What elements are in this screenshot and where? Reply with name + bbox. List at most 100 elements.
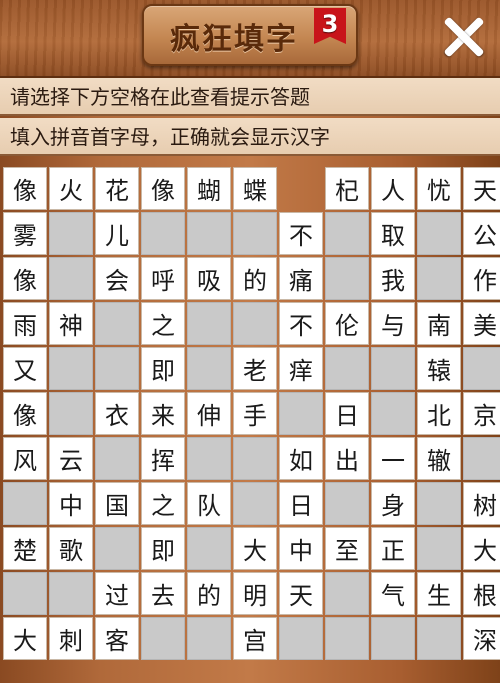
letter-cell[interactable]: 痒 bbox=[279, 347, 323, 390]
letter-cell[interactable]: 衣 bbox=[95, 392, 139, 435]
empty-cell[interactable] bbox=[187, 527, 231, 570]
empty-cell[interactable] bbox=[187, 437, 231, 480]
letter-cell[interactable]: 之 bbox=[141, 482, 185, 525]
letter-cell[interactable]: 一 bbox=[371, 437, 415, 480]
letter-cell[interactable]: 呼 bbox=[141, 257, 185, 300]
letter-cell[interactable]: 大 bbox=[233, 527, 277, 570]
letter-cell[interactable]: 又 bbox=[3, 347, 47, 390]
empty-cell[interactable] bbox=[3, 572, 47, 615]
letter-cell[interactable]: 蝶 bbox=[233, 167, 277, 210]
empty-cell[interactable] bbox=[325, 482, 369, 525]
letter-cell[interactable]: 北 bbox=[417, 392, 461, 435]
letter-cell[interactable]: 蝴 bbox=[187, 167, 231, 210]
letter-cell[interactable]: 不 bbox=[279, 212, 323, 255]
letter-cell[interactable]: 宫 bbox=[233, 617, 277, 660]
empty-cell[interactable] bbox=[371, 347, 415, 390]
empty-cell[interactable] bbox=[417, 617, 461, 660]
letter-cell[interactable]: 忧 bbox=[417, 167, 461, 210]
letter-cell[interactable]: 队 bbox=[187, 482, 231, 525]
empty-cell[interactable] bbox=[187, 302, 231, 345]
letter-cell[interactable]: 楚 bbox=[3, 527, 47, 570]
empty-cell[interactable] bbox=[187, 212, 231, 255]
letter-cell[interactable]: 即 bbox=[141, 527, 185, 570]
letter-cell[interactable]: 辕 bbox=[417, 347, 461, 390]
letter-cell[interactable]: 杞 bbox=[325, 167, 369, 210]
empty-cell[interactable] bbox=[49, 257, 93, 300]
empty-cell[interactable] bbox=[233, 437, 277, 480]
empty-cell[interactable] bbox=[187, 347, 231, 390]
empty-cell[interactable] bbox=[49, 347, 93, 390]
empty-cell[interactable] bbox=[95, 302, 139, 345]
letter-cell[interactable]: 至 bbox=[325, 527, 369, 570]
letter-cell[interactable]: 中 bbox=[279, 527, 323, 570]
letter-cell[interactable]: 京 bbox=[463, 392, 500, 435]
letter-cell[interactable]: 刺 bbox=[49, 617, 93, 660]
letter-cell[interactable]: 深 bbox=[463, 617, 500, 660]
empty-cell[interactable] bbox=[49, 392, 93, 435]
letter-cell[interactable]: 会 bbox=[95, 257, 139, 300]
letter-cell[interactable]: 之 bbox=[141, 302, 185, 345]
letter-cell[interactable]: 树 bbox=[463, 482, 500, 525]
letter-cell[interactable]: 火 bbox=[49, 167, 93, 210]
letter-cell[interactable]: 我 bbox=[371, 257, 415, 300]
empty-cell[interactable] bbox=[3, 482, 47, 525]
letter-cell[interactable]: 根 bbox=[463, 572, 500, 615]
empty-cell[interactable] bbox=[325, 617, 369, 660]
letter-cell[interactable]: 身 bbox=[371, 482, 415, 525]
letter-cell[interactable]: 日 bbox=[325, 392, 369, 435]
letter-cell[interactable]: 歌 bbox=[49, 527, 93, 570]
letter-cell[interactable]: 辙 bbox=[417, 437, 461, 480]
letter-cell[interactable]: 来 bbox=[141, 392, 185, 435]
letter-cell[interactable]: 过 bbox=[95, 572, 139, 615]
empty-cell[interactable] bbox=[49, 572, 93, 615]
letter-cell[interactable]: 国 bbox=[95, 482, 139, 525]
letter-cell[interactable]: 出 bbox=[325, 437, 369, 480]
letter-cell[interactable]: 作 bbox=[463, 257, 500, 300]
letter-cell[interactable]: 大 bbox=[3, 617, 47, 660]
letter-cell[interactable]: 花 bbox=[95, 167, 139, 210]
empty-cell[interactable] bbox=[417, 212, 461, 255]
letter-cell[interactable]: 吸 bbox=[187, 257, 231, 300]
letter-cell[interactable]: 老 bbox=[233, 347, 277, 390]
letter-cell[interactable]: 手 bbox=[233, 392, 277, 435]
letter-cell[interactable]: 像 bbox=[3, 392, 47, 435]
letter-cell[interactable]: 日 bbox=[279, 482, 323, 525]
empty-cell[interactable] bbox=[371, 392, 415, 435]
letter-cell[interactable]: 雾 bbox=[3, 212, 47, 255]
empty-cell[interactable] bbox=[463, 347, 500, 390]
letter-cell[interactable]: 美 bbox=[463, 302, 500, 345]
empty-cell[interactable] bbox=[141, 212, 185, 255]
letter-cell[interactable]: 雨 bbox=[3, 302, 47, 345]
empty-cell[interactable] bbox=[233, 302, 277, 345]
letter-cell[interactable]: 神 bbox=[49, 302, 93, 345]
letter-cell[interactable]: 大 bbox=[463, 527, 500, 570]
empty-cell[interactable] bbox=[233, 212, 277, 255]
letter-cell[interactable]: 像 bbox=[3, 257, 47, 300]
close-icon[interactable] bbox=[440, 14, 486, 60]
letter-cell[interactable]: 风 bbox=[3, 437, 47, 480]
letter-cell[interactable]: 像 bbox=[141, 167, 185, 210]
empty-cell[interactable] bbox=[49, 212, 93, 255]
empty-cell[interactable] bbox=[463, 437, 500, 480]
empty-cell[interactable] bbox=[325, 257, 369, 300]
letter-cell[interactable]: 取 bbox=[371, 212, 415, 255]
letter-cell[interactable]: 气 bbox=[371, 572, 415, 615]
letter-cell[interactable]: 客 bbox=[95, 617, 139, 660]
letter-cell[interactable]: 南 bbox=[417, 302, 461, 345]
letter-cell[interactable]: 公 bbox=[463, 212, 500, 255]
empty-cell[interactable] bbox=[371, 617, 415, 660]
letter-cell[interactable]: 明 bbox=[233, 572, 277, 615]
letter-cell[interactable]: 去 bbox=[141, 572, 185, 615]
empty-cell[interactable] bbox=[325, 212, 369, 255]
letter-cell[interactable]: 不 bbox=[279, 302, 323, 345]
letter-cell[interactable]: 与 bbox=[371, 302, 415, 345]
letter-cell[interactable]: 中 bbox=[49, 482, 93, 525]
empty-cell[interactable] bbox=[279, 392, 323, 435]
letter-cell[interactable]: 儿 bbox=[95, 212, 139, 255]
letter-cell[interactable]: 伸 bbox=[187, 392, 231, 435]
empty-cell[interactable] bbox=[187, 617, 231, 660]
letter-cell[interactable]: 人 bbox=[371, 167, 415, 210]
letter-cell[interactable]: 云 bbox=[49, 437, 93, 480]
empty-cell[interactable] bbox=[141, 617, 185, 660]
letter-cell[interactable]: 正 bbox=[371, 527, 415, 570]
